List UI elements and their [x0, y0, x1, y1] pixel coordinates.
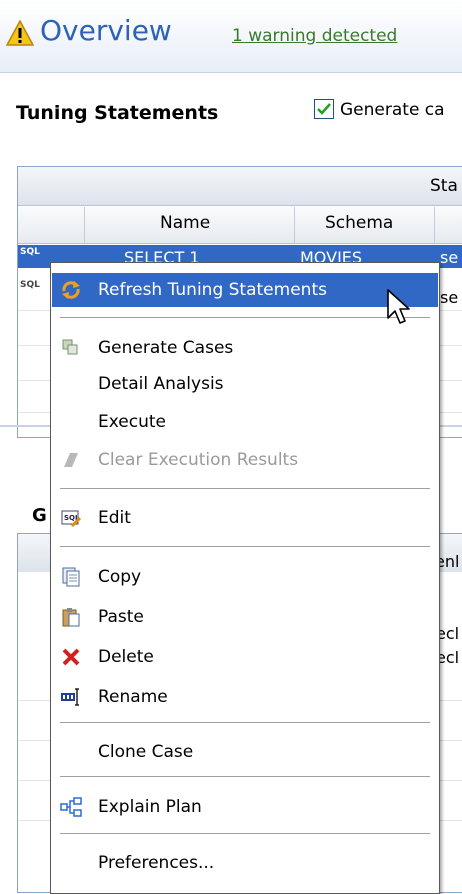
menu-item-label: Detail Analysis [98, 374, 224, 394]
generate-cases-label: Generate ca [340, 100, 445, 120]
menu-item-label: Generate Cases [98, 338, 234, 358]
mouse-cursor-icon [387, 289, 410, 324]
column-separator[interactable] [434, 207, 435, 243]
menu-item-copy[interactable]: Copy [52, 560, 438, 594]
menu-item-preferences[interactable]: Preferences... [52, 846, 438, 880]
sql-badge: SQL [20, 247, 40, 257]
table-group-header [18, 167, 462, 206]
row-status-cell: se [440, 248, 459, 267]
column-header-schema[interactable]: Schema [325, 213, 393, 233]
menu-item-edit[interactable]: SQL Edit [52, 501, 438, 535]
refresh-icon [62, 281, 80, 299]
delete-icon [62, 648, 80, 666]
eraser-icon [64, 453, 78, 467]
warning-icon [6, 20, 34, 46]
sql-edit-icon: SQL [61, 510, 82, 528]
column-separator[interactable] [294, 207, 295, 243]
menu-item-rename[interactable]: Rename [52, 680, 438, 714]
menu-item-label: Execute [98, 412, 166, 432]
row-status-cell: se [440, 288, 459, 307]
menu-item-label: Explain Plan [98, 797, 202, 817]
page-title: Overview [40, 14, 172, 47]
paste-icon [62, 608, 80, 627]
menu-item-refresh-tuning-statements[interactable]: Refresh Tuning Statements [52, 273, 438, 307]
menu-separator [60, 722, 430, 723]
menu-separator [60, 546, 430, 547]
menu-item-explain-plan[interactable]: Explain Plan [52, 790, 438, 824]
menu-separator [60, 833, 430, 834]
menu-separator [60, 776, 430, 777]
menu-item-detail-analysis[interactable]: Detail Analysis [52, 367, 438, 401]
menu-separator [60, 317, 430, 318]
menu-item-label: Edit [98, 508, 131, 528]
menu-item-label: Paste [98, 607, 144, 627]
menu-item-clone-case[interactable]: Clone Case [52, 735, 438, 769]
column-header-name[interactable]: Name [160, 213, 210, 233]
menu-item-label: Delete [98, 647, 154, 667]
menu-separator [60, 488, 430, 489]
rename-icon [61, 688, 79, 706]
explain-plan-icon [60, 797, 82, 817]
section-title-partial: G [32, 505, 47, 526]
sql-badge: SQL [20, 280, 40, 290]
menu-item-delete[interactable]: Delete [52, 640, 438, 674]
warning-link[interactable]: 1 warning detected [232, 26, 397, 46]
copy-icon [62, 567, 80, 587]
menu-item-label: Preferences... [98, 853, 215, 873]
menu-item-label: Clear Execution Results [98, 450, 299, 470]
menu-item-clear-execution-results[interactable]: Clear Execution Results [52, 443, 438, 477]
menu-item-label: Copy [98, 567, 142, 587]
menu-item-label: Rename [98, 687, 168, 707]
menu-item-label: Refresh Tuning Statements [98, 280, 327, 300]
menu-item-paste[interactable]: Paste [52, 600, 438, 634]
generate-cases-icon [62, 339, 78, 355]
generate-cases-checkbox[interactable] [314, 99, 334, 119]
group-header-label: Sta [430, 176, 458, 196]
section-title: Tuning Statements [16, 102, 219, 124]
menu-item-generate-cases[interactable]: Generate Cases [52, 331, 438, 365]
checkmark-icon [317, 103, 331, 115]
menu-item-label: Clone Case [98, 742, 194, 762]
menu-item-execute[interactable]: Execute [52, 405, 438, 439]
column-separator[interactable] [84, 207, 85, 243]
